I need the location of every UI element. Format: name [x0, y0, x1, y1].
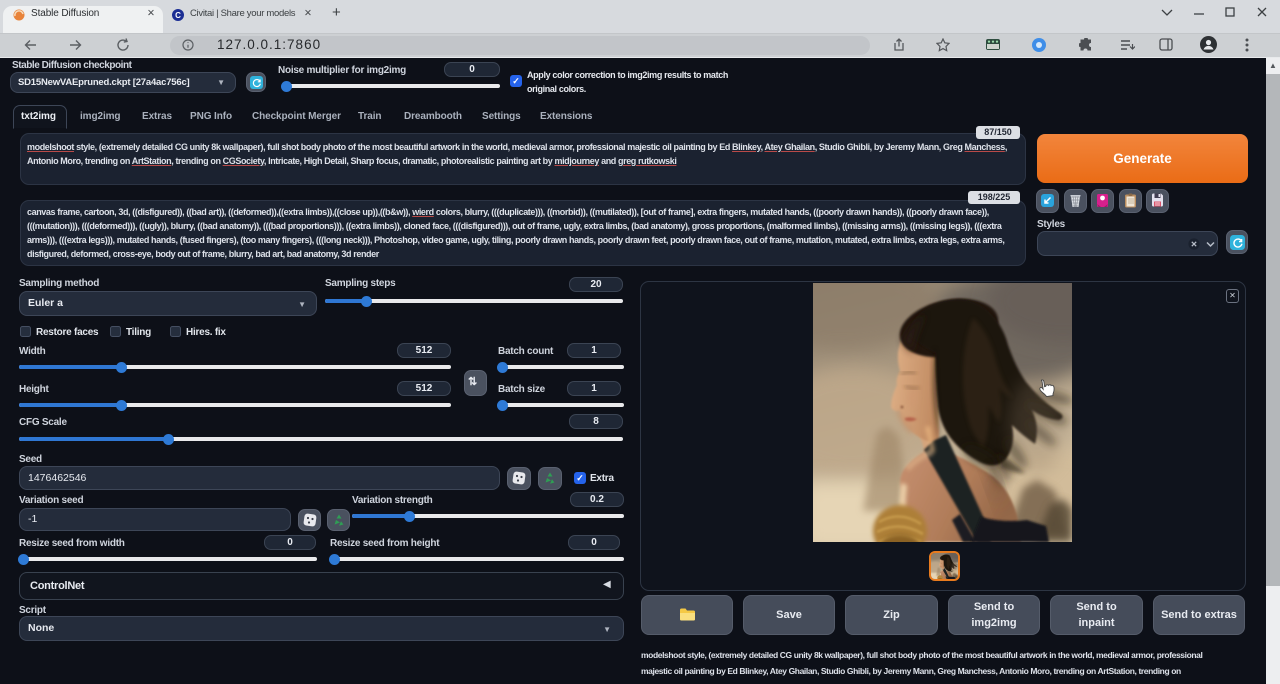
svg-text:C: C	[175, 11, 181, 20]
